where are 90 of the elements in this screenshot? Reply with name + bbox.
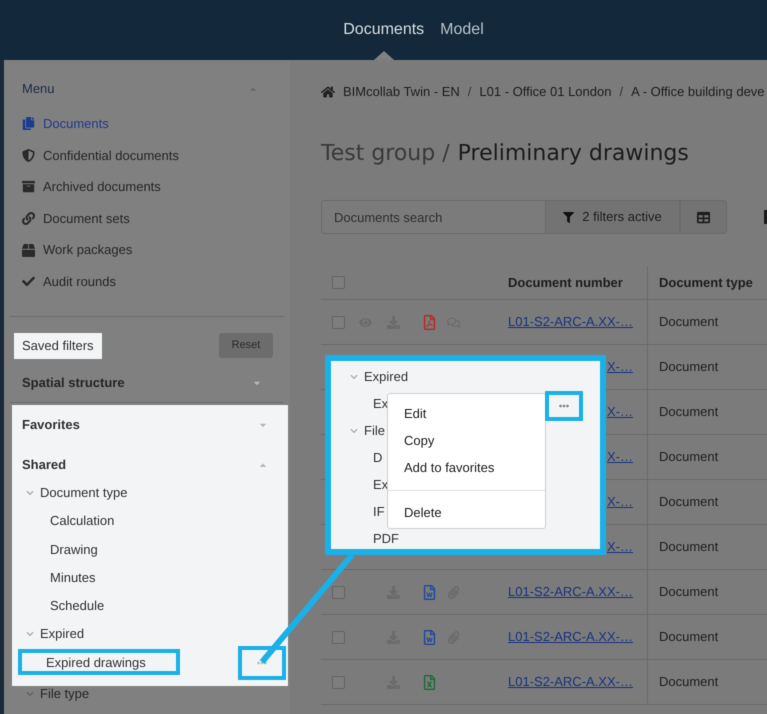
menu-item[interactable]: Work packages — [4, 234, 290, 266]
page-title: Preliminary drawings — [458, 140, 689, 168]
toolbar-button-edge[interactable] — [764, 210, 767, 224]
chevron-down-icon[interactable] — [350, 426, 358, 434]
breadcrumb-link[interactable]: L01 - Office 01 London — [479, 82, 612, 102]
row-checkbox[interactable] — [332, 676, 345, 688]
tree-group-label[interactable]: File type — [40, 684, 90, 704]
column-header[interactable]: Document number — [508, 266, 648, 300]
row-checkbox[interactable] — [332, 586, 345, 598]
link-icon — [22, 212, 35, 226]
document-number-link[interactable]: X-… — [607, 537, 633, 557]
chevron-down-icon[interactable] — [26, 690, 34, 698]
nav-tab[interactable]: Model — [440, 18, 484, 42]
table-view-button[interactable] — [680, 200, 727, 234]
table-cell-text: Document — [658, 358, 718, 376]
archive-icon — [22, 180, 35, 194]
section-heading: Spatial structure — [22, 374, 125, 392]
favorites-heading: Favorites — [22, 416, 80, 434]
tree-item[interactable]: D — [373, 448, 382, 468]
document-number-link[interactable]: L01-S2-ARC-A.XX-… — [508, 312, 633, 332]
menu-heading: Menu — [22, 80, 55, 98]
excel-file-icon — [423, 674, 436, 690]
menu-option[interactable]: Delete — [388, 499, 545, 526]
tree-group-label[interactable]: Expired — [40, 624, 84, 644]
reset-button[interactable]: Reset — [219, 333, 273, 358]
search-field[interactable]: Documents search — [321, 200, 546, 234]
selected-tab-notch — [374, 51, 394, 60]
saved-filters-heading: Saved filters — [14, 332, 102, 359]
tree-group-label[interactable]: Document type — [40, 482, 128, 502]
menu-item[interactable]: Confidential documents — [4, 140, 290, 172]
document-number-link[interactable]: X-… — [607, 447, 633, 467]
word-file-icon — [423, 630, 436, 644]
table-icon — [697, 210, 710, 224]
table-cell-text: Document — [658, 403, 718, 422]
tree-item[interactable]: Calculation — [22, 511, 114, 531]
chevron-down-icon[interactable] — [26, 630, 34, 638]
column-header[interactable]: Document type — [648, 272, 753, 292]
tree-item[interactable]: IF — [373, 502, 385, 522]
tree-item[interactable]: Schedule — [22, 596, 104, 616]
home-icon[interactable] — [321, 85, 335, 99]
more-options-button[interactable] — [238, 646, 286, 680]
nav-tab[interactable]: Documents — [343, 18, 424, 42]
table-cell-text: Document — [658, 538, 718, 556]
menu-item[interactable]: Audit rounds — [4, 266, 290, 298]
table-cell-text: Document — [658, 448, 718, 466]
shared-heading: Shared — [22, 456, 66, 474]
row-checkbox[interactable] — [332, 630, 345, 644]
breadcrumb-separator: / — [619, 83, 624, 102]
breadcrumb-separator: / — [468, 83, 472, 102]
menu-item[interactable]: Archived documents — [4, 171, 290, 203]
table-cell-text: Document — [658, 313, 718, 332]
tree-item[interactable]: PDF — [373, 528, 399, 548]
chevron-down-icon[interactable] — [350, 372, 358, 380]
tree-group-label[interactable]: File — [364, 420, 385, 440]
tree-item[interactable]: Expired drawings — [18, 649, 180, 676]
document-number-link[interactable]: L01-S2-ARC-A.XX-… — [508, 582, 633, 602]
word-file-icon — [423, 584, 436, 600]
filter-button[interactable]: 2 filters active — [546, 200, 680, 234]
filter-icon — [563, 212, 574, 222]
document-number-link[interactable]: L01-S2-ARC-A.XX-… — [508, 627, 633, 647]
menu-option[interactable]: Copy — [388, 427, 545, 454]
page-title-group: Test group / — [321, 136, 450, 170]
document-number-link[interactable]: X-… — [607, 492, 633, 512]
breadcrumb-link[interactable]: BIMcollab Twin - EN — [343, 82, 460, 102]
table-cell-text: Document — [658, 583, 718, 602]
shield-icon — [22, 148, 35, 162]
tree-item[interactable]: Ex — [373, 474, 388, 494]
menu-item[interactable]: Document sets — [4, 202, 290, 234]
tree-item[interactable]: Drawing — [22, 540, 98, 560]
menu-item[interactable]: Documents — [4, 108, 290, 140]
table-cell-text: Document — [658, 493, 718, 512]
documents-icon — [22, 117, 35, 130]
chevron-down-icon[interactable] — [26, 488, 34, 497]
document-number-link[interactable]: X-… — [607, 402, 633, 422]
document-number-link[interactable]: X-… — [607, 357, 633, 377]
tree-item[interactable]: Ex — [373, 394, 388, 414]
table-cell-text: Document — [658, 628, 718, 646]
pdf-file-icon — [423, 314, 436, 330]
check-icon — [22, 275, 35, 288]
package-icon — [22, 244, 35, 257]
more-options-button[interactable] — [545, 391, 583, 421]
row-checkbox[interactable] — [332, 316, 345, 328]
tree-group-label[interactable]: Expired — [364, 366, 408, 386]
table-cell-text: Document — [658, 673, 718, 692]
menu-option[interactable]: Edit — [388, 400, 545, 427]
document-number-link[interactable]: L01-S2-ARC-A.XX-… — [508, 672, 633, 692]
select-all-checkbox[interactable] — [332, 276, 345, 289]
breadcrumb-link[interactable]: A - Office building deve — [631, 82, 765, 102]
menu-option[interactable]: Add to favorites — [388, 454, 545, 481]
tree-item[interactable]: Minutes — [22, 568, 96, 588]
